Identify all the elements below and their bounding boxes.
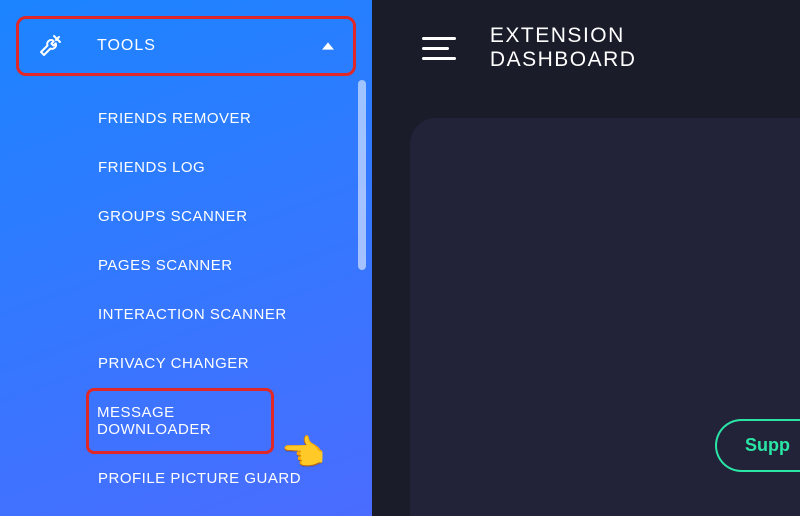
sidebar-item-privacy-changer[interactable]: PRIVACY CHANGER [90,339,372,388]
topbar: EXTENSION DASHBOARD [372,0,800,90]
sidebar-item-label: INTERACTION SCANNER [98,306,287,323]
sidebar-item-profile-picture-guard[interactable]: PROFILE PICTURE GUARD [90,454,372,503]
sidebar-item-friends-remover[interactable]: FRIENDS REMOVER [90,94,372,143]
sidebar-item-pages-scanner[interactable]: PAGES SCANNER [90,241,372,290]
sidebar-item-interaction-scanner[interactable]: INTERACTION SCANNER [90,290,372,339]
sidebar-item-label: PAGES SCANNER [98,257,233,274]
hamburger-icon[interactable] [422,37,456,60]
support-button[interactable]: Supp [715,419,800,472]
sidebar-item-label: GROUPS SCANNER [98,208,248,225]
sidebar-item-label: PROFILE PICTURE GUARD [98,470,301,487]
page-title: EXTENSION DASHBOARD [490,24,778,72]
sidebar: TOOLS FRIENDS REMOVER FRIENDS LOG GROUPS… [0,0,372,516]
tools-icon [37,33,63,59]
main-area: EXTENSION DASHBOARD Supp [372,0,800,516]
tools-label: TOOLS [97,37,321,55]
sidebar-item-label: MESSAGE DOWNLOADER [97,404,211,438]
sidebar-item-label: PRIVACY CHANGER [98,355,249,372]
support-button-label: Supp [745,435,790,455]
sidebar-item-message-downloader[interactable]: MESSAGE DOWNLOADER [86,388,274,454]
tools-section-header[interactable]: TOOLS [16,16,356,76]
tools-menu: FRIENDS REMOVER FRIENDS LOG GROUPS SCANN… [0,94,372,503]
content-panel: Supp [410,118,800,516]
sidebar-item-groups-scanner[interactable]: GROUPS SCANNER [90,192,372,241]
sidebar-item-label: FRIENDS REMOVER [98,110,251,127]
sidebar-scrollbar[interactable] [358,80,366,270]
chevron-up-icon [321,39,335,53]
sidebar-item-friends-log[interactable]: FRIENDS LOG [90,143,372,192]
sidebar-item-label: FRIENDS LOG [98,159,205,176]
